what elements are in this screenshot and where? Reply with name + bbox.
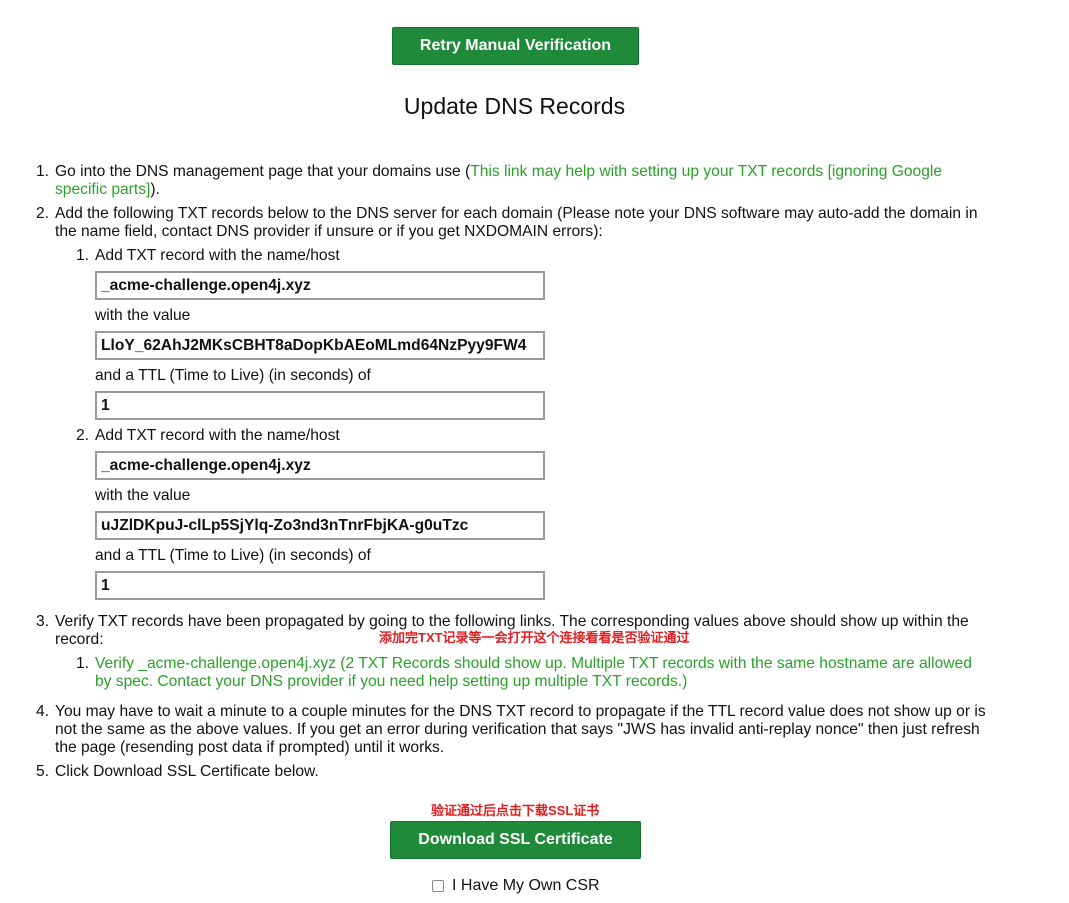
step-4-number: 4. xyxy=(35,703,49,720)
step-4-line2: not the same as the above values. If you… xyxy=(55,721,980,738)
record-2-ttl-field[interactable] xyxy=(95,571,545,600)
record-2-number: 2. xyxy=(75,427,89,444)
step-3-line2: record: xyxy=(55,631,104,648)
step-3-number: 3. xyxy=(35,613,49,630)
verify-txt-record-link[interactable]: Verify _acme-challenge.open4j.xyz (2 TXT… xyxy=(95,655,972,673)
step-3-line1: Verify TXT records have been propagated … xyxy=(55,613,969,630)
record-2-name-field[interactable] xyxy=(95,451,545,480)
record-2-ttl-label: and a TTL (Time to Live) (in seconds) of xyxy=(95,547,371,564)
record-1-name-label: Add TXT record with the name/host xyxy=(95,247,340,264)
step-2-line2: the name field, contact DNS provider if … xyxy=(55,223,603,240)
step-5-text: Click Download SSL Certificate below. xyxy=(55,763,319,780)
record-1-name-field[interactable] xyxy=(95,271,545,300)
step-4-line3: the page (resending post data if prompte… xyxy=(55,739,445,756)
page-title: Update DNS Records xyxy=(403,93,626,119)
verify-txt-record-link-cont[interactable]: by spec. Contact your DNS provider if yo… xyxy=(95,673,687,691)
download-annotation-note: 验证通过后点击下载SSL证书 xyxy=(431,803,600,818)
step-1-intro: Go into the DNS management page that you… xyxy=(55,163,471,180)
record-1-ttl-field[interactable] xyxy=(95,391,545,420)
own-csr-label: I Have My Own CSR xyxy=(452,877,600,894)
step-2-line1: Add the following TXT records below to t… xyxy=(55,205,978,222)
retry-manual-verification-button[interactable]: Retry Manual Verification xyxy=(392,27,639,65)
step-1-text: Go into the DNS management page that you… xyxy=(55,163,942,181)
record-2-value-field[interactable] xyxy=(95,511,545,540)
verify-annotation-note: 添加完TXT记录等一会打开这个连接看看是否验证通过 xyxy=(379,630,690,645)
record-2-value-label: with the value xyxy=(95,487,191,504)
own-csr-checkbox[interactable] xyxy=(432,880,444,892)
record-1-value-label: with the value xyxy=(95,307,191,324)
record-2-name-label: Add TXT record with the name/host xyxy=(95,427,340,444)
record-1-value-field[interactable] xyxy=(95,331,545,360)
record-1-number: 1. xyxy=(75,247,89,264)
step-2-number: 2. xyxy=(35,205,49,222)
txt-records-help-link[interactable]: This link may help with setting up your … xyxy=(470,163,942,180)
step-5-number: 5. xyxy=(35,763,49,780)
step-4-line1: You may have to wait a minute to a coupl… xyxy=(55,703,986,720)
txt-records-help-link-cont[interactable]: specific parts] xyxy=(55,181,150,198)
step-1-number: 1. xyxy=(35,163,49,180)
step-1-end: ). xyxy=(150,181,160,198)
record-1-ttl-label: and a TTL (Time to Live) (in seconds) of xyxy=(95,367,371,384)
step-1-text-line2: specific parts]). xyxy=(55,181,160,199)
verify-link-number: 1. xyxy=(75,655,89,672)
download-ssl-certificate-button[interactable]: Download SSL Certificate xyxy=(390,821,641,859)
